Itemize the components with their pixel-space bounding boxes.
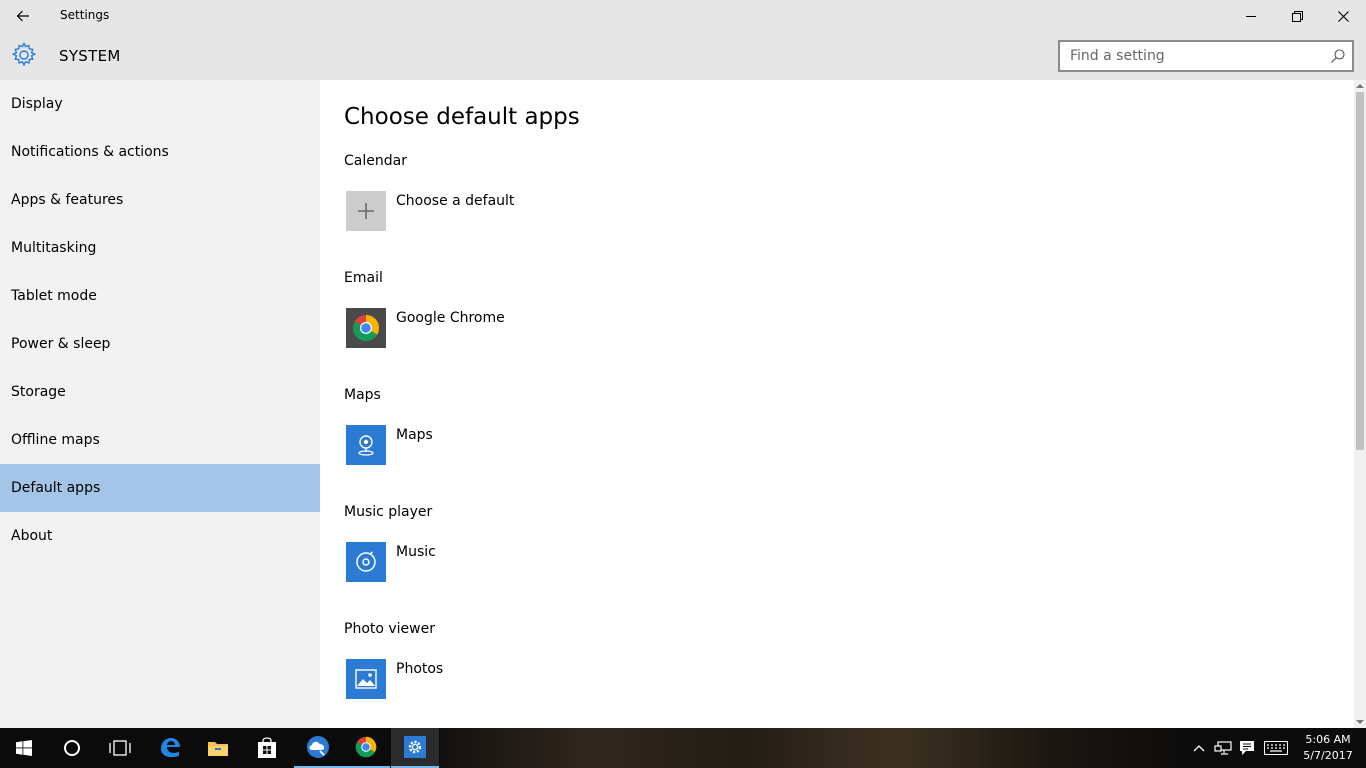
sidebar-item-offline-maps[interactable]: Offline maps bbox=[0, 416, 320, 464]
taskbar-store-button[interactable] bbox=[243, 728, 291, 768]
page-title: Choose default apps bbox=[344, 104, 580, 130]
taskbar-settings-button[interactable] bbox=[391, 728, 439, 768]
close-icon bbox=[1337, 10, 1349, 22]
show-hidden-icons-button[interactable] bbox=[1187, 728, 1211, 768]
chrome-icon bbox=[352, 314, 380, 342]
folder-icon bbox=[208, 742, 228, 756]
sidebar-item-storage[interactable]: Storage bbox=[0, 368, 320, 416]
minimize-icon bbox=[1246, 16, 1256, 17]
chevron-up-icon bbox=[1193, 745, 1205, 752]
music-icon bbox=[356, 551, 376, 572]
action-center-button[interactable] bbox=[1235, 728, 1259, 768]
taskbar-chrome-button[interactable] bbox=[342, 728, 390, 768]
taskbar-file-explorer-button[interactable] bbox=[194, 728, 242, 768]
network-button[interactable] bbox=[1211, 728, 1235, 768]
store-bag-icon bbox=[258, 737, 276, 758]
app-name-photos[interactable]: Photos bbox=[396, 661, 443, 677]
default-app-music-button[interactable] bbox=[346, 542, 386, 582]
cloud-app-icon bbox=[307, 736, 329, 758]
network-icon bbox=[1214, 741, 1232, 755]
clock-date: 5/7/2017 bbox=[1303, 749, 1353, 762]
default-app-maps-button[interactable] bbox=[346, 425, 386, 465]
group-label-maps: Maps bbox=[344, 387, 381, 403]
vertical-scrollbar[interactable] bbox=[1354, 80, 1366, 728]
title-bar: Settings bbox=[0, 0, 1366, 32]
restore-icon bbox=[1291, 10, 1303, 22]
photos-icon bbox=[355, 669, 377, 689]
sidebar-item-tablet-mode[interactable]: Tablet mode bbox=[0, 272, 320, 320]
default-app-calendar-button[interactable] bbox=[346, 191, 386, 231]
message-icon bbox=[1240, 741, 1254, 755]
sidebar-item-about[interactable]: About bbox=[0, 512, 320, 560]
taskbar-app-button[interactable] bbox=[294, 728, 342, 768]
app-name-email[interactable]: Google Chrome bbox=[396, 310, 505, 326]
cortana-button[interactable] bbox=[48, 728, 96, 768]
sidebar-item-display[interactable]: Display bbox=[0, 80, 320, 128]
scroll-thumb[interactable] bbox=[1356, 92, 1364, 450]
gear-icon bbox=[11, 42, 37, 67]
close-button[interactable] bbox=[1320, 0, 1366, 32]
app-name-calendar[interactable]: Choose a default bbox=[396, 193, 514, 209]
group-label-email: Email bbox=[344, 270, 383, 286]
task-view-icon bbox=[109, 740, 131, 756]
group-label-photo-viewer: Photo viewer bbox=[344, 621, 435, 637]
clock-time: 5:06 AM bbox=[1305, 733, 1351, 746]
windows-logo-icon bbox=[16, 740, 32, 756]
sidebar-item-apps-features[interactable]: Apps & features bbox=[0, 176, 320, 224]
taskbar-edge-button[interactable] bbox=[146, 728, 194, 768]
group-label-calendar: Calendar bbox=[344, 153, 407, 169]
section-title: SYSTEM bbox=[59, 47, 121, 65]
app-name-maps[interactable]: Maps bbox=[396, 427, 433, 443]
sidebar-item-power-sleep[interactable]: Power & sleep bbox=[0, 320, 320, 368]
default-app-photos-button[interactable] bbox=[346, 659, 386, 699]
restore-button[interactable] bbox=[1274, 0, 1320, 32]
back-button[interactable] bbox=[0, 0, 46, 32]
search-input[interactable] bbox=[1070, 47, 1320, 65]
minimize-button[interactable] bbox=[1228, 0, 1274, 32]
settings-header: SYSTEM bbox=[0, 32, 1366, 80]
app-name-music[interactable]: Music bbox=[396, 544, 436, 560]
taskbar-clock[interactable]: 5:06 AM 5/7/2017 bbox=[1296, 732, 1360, 764]
start-button[interactable] bbox=[0, 728, 48, 768]
scroll-up-arrow-icon[interactable] bbox=[1356, 82, 1364, 90]
task-view-button[interactable] bbox=[96, 728, 144, 768]
main-content: Choose default apps Calendar Choose a de… bbox=[320, 80, 1354, 728]
touch-keyboard-button[interactable] bbox=[1263, 728, 1289, 768]
sidebar-item-default-apps[interactable]: Default apps bbox=[0, 464, 320, 512]
group-label-music-player: Music player bbox=[344, 504, 433, 520]
sidebar: Display Notifications & actions Apps & f… bbox=[0, 80, 320, 728]
back-arrow-icon bbox=[16, 10, 29, 22]
sidebar-item-multitasking[interactable]: Multitasking bbox=[0, 224, 320, 272]
search-icon[interactable] bbox=[1330, 48, 1346, 64]
plus-icon bbox=[358, 203, 374, 219]
default-app-email-button[interactable] bbox=[346, 308, 386, 348]
search-box[interactable] bbox=[1058, 40, 1354, 72]
cortana-circle-icon bbox=[64, 740, 80, 756]
maps-icon bbox=[358, 435, 374, 456]
scroll-down-arrow-icon[interactable] bbox=[1356, 718, 1364, 726]
settings-gear-icon bbox=[404, 736, 426, 758]
edge-icon bbox=[161, 738, 180, 758]
window-title: Settings bbox=[60, 8, 110, 22]
taskbar-wallpaper bbox=[440, 728, 1200, 768]
taskbar: 5:06 AM 5/7/2017 bbox=[0, 728, 1366, 768]
sidebar-item-notifications[interactable]: Notifications & actions bbox=[0, 128, 320, 176]
keyboard-icon bbox=[1264, 741, 1288, 755]
chrome-icon bbox=[355, 736, 377, 758]
